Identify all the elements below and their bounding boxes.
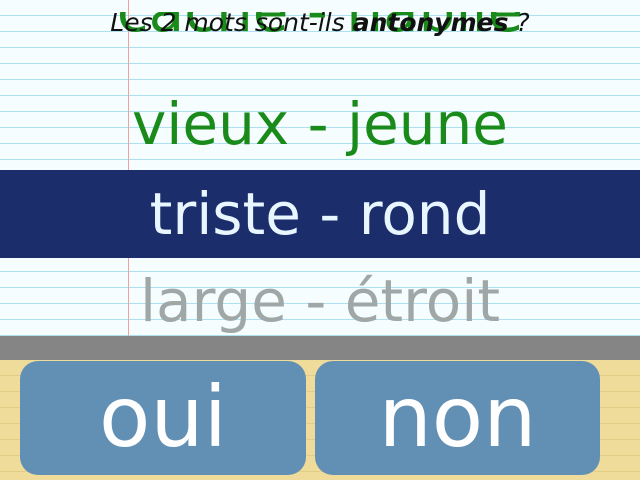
word-pair-upcoming: large - étroit — [139, 267, 501, 335]
yes-button[interactable]: oui — [20, 361, 306, 475]
question-prefix: Les 2 mots sont-ils — [110, 8, 353, 37]
question-prompt: Les 2 mots sont-ils antonymes ? — [0, 0, 640, 46]
question-keyword: antonymes — [352, 8, 509, 37]
word-pair-answered: vieux - jeune — [131, 90, 508, 158]
no-button[interactable]: non — [315, 361, 600, 475]
divider-bar — [0, 336, 640, 360]
answer-area: oui non — [0, 360, 640, 480]
question-suffix: ? — [508, 8, 530, 37]
notebook-paper: caché - habile vieux - jeune triste - ro… — [0, 0, 640, 336]
word-pair-current: triste - rond — [0, 170, 640, 258]
